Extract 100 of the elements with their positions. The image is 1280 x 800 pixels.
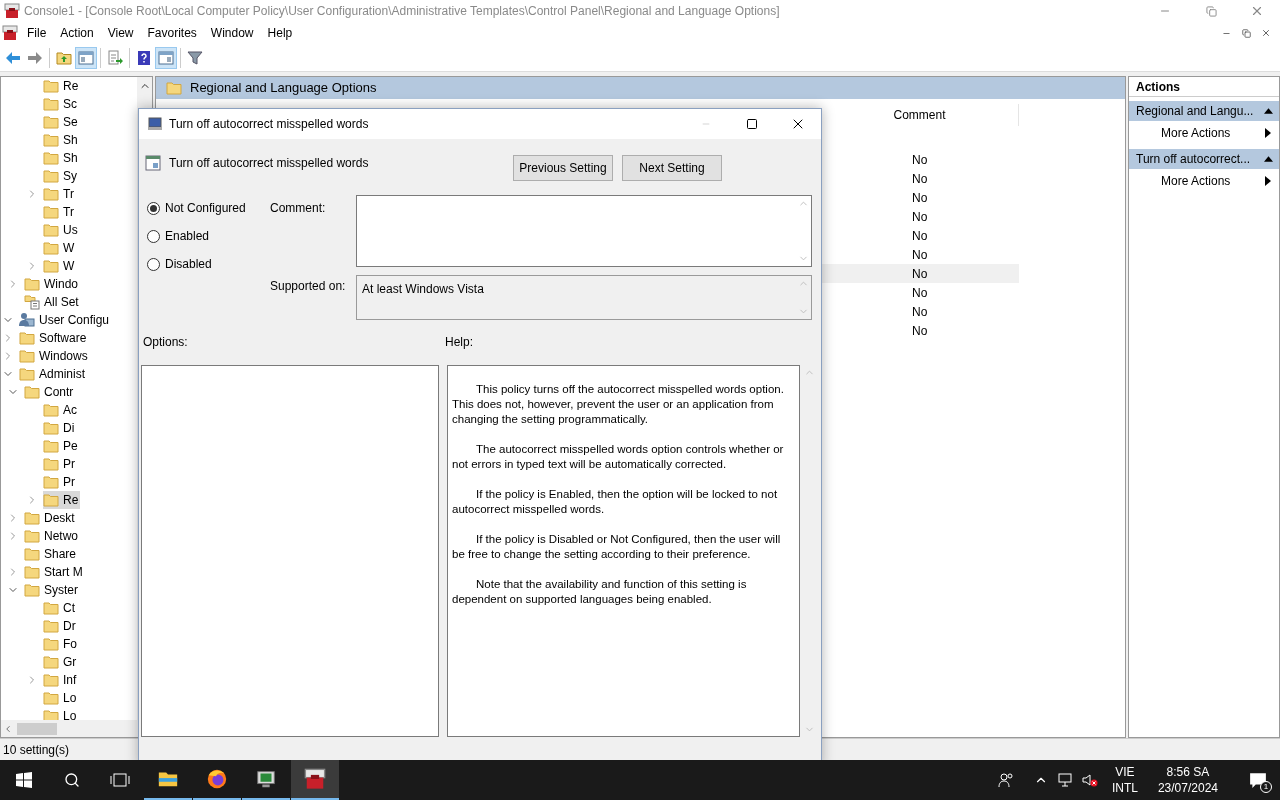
folder-icon [43, 601, 59, 615]
console-icon [4, 3, 20, 19]
windows-logo-icon [16, 772, 32, 788]
clock-time[interactable]: 8:56 SA [1166, 764, 1210, 780]
tree-item[interactable]: Tr [43, 203, 76, 221]
tree-item[interactable]: Share [24, 545, 79, 563]
folder-icon [43, 151, 59, 165]
tree-item[interactable]: Lo [43, 689, 79, 707]
folder-icon [24, 583, 40, 597]
help-book-icon [136, 49, 152, 66]
people-icon[interactable] [997, 772, 1014, 788]
tree-item[interactable]: Fo [43, 635, 79, 653]
folder-icon [19, 349, 35, 363]
folder-icon [43, 115, 59, 129]
folder-icon [24, 565, 40, 579]
tree-item[interactable]: Contr [24, 383, 76, 401]
folder-icon [43, 493, 59, 507]
tree-item[interactable]: Netwo [24, 527, 80, 545]
setting-name: Turn off autocorrect misspelled words [169, 155, 369, 172]
tree-item[interactable]: Sy [43, 167, 79, 185]
menu-item[interactable]: Help [260, 23, 300, 43]
tree-item[interactable]: Pe [43, 437, 80, 455]
submenu-arrow-icon [1265, 128, 1271, 138]
state-radio[interactable]: Enabled [147, 229, 270, 243]
tree-item[interactable]: Inf [43, 671, 79, 689]
maximize-icon [746, 118, 758, 130]
scrollbar-thumb[interactable] [17, 722, 57, 735]
tree-item[interactable]: User Configu [19, 311, 112, 329]
menu-item[interactable]: Window [203, 23, 261, 43]
status-text: 10 setting(s) [3, 741, 70, 759]
tree-item[interactable]: W [43, 239, 77, 257]
muted-speaker-icon[interactable] [1081, 772, 1098, 788]
folder-icon [19, 367, 35, 381]
input-language[interactable]: INTL [1111, 780, 1138, 796]
folder-icon [24, 547, 40, 561]
tree-item[interactable]: Sc [43, 95, 79, 113]
tree-item[interactable]: Deskt [24, 509, 77, 527]
tree-item[interactable]: Lo [43, 707, 79, 720]
clock-date[interactable]: 23/07/2024 [1157, 780, 1218, 796]
tree-item[interactable]: Windows [19, 347, 90, 365]
action-item[interactable]: More Actions [1129, 169, 1279, 193]
action-group-header[interactable]: Turn off autocorrect... [1129, 149, 1279, 169]
tree-item[interactable]: Software [19, 329, 89, 347]
table-cell-text: No [912, 322, 928, 340]
tree-item[interactable]: Ct [43, 599, 77, 617]
taskbar-app[interactable] [291, 760, 339, 800]
tree-item[interactable]: Gr [43, 653, 79, 671]
table-cell-text: No [912, 265, 928, 283]
nav-setting-button[interactable]: Next Setting [622, 155, 722, 181]
tree-item[interactable]: Di [43, 419, 77, 437]
tree-item[interactable]: Re [43, 77, 81, 95]
menu-item[interactable]: View [100, 23, 141, 43]
tree-item[interactable]: Re [43, 491, 81, 509]
state-radio[interactable]: Disabled [147, 257, 270, 271]
input-language[interactable]: VIE [1115, 764, 1135, 780]
folder-icon [43, 241, 59, 255]
comment-field[interactable] [356, 195, 812, 267]
folder-icon [43, 475, 59, 489]
tree-item[interactable]: Ac [43, 401, 79, 419]
action-item[interactable]: More Actions [1129, 121, 1279, 145]
tree-item[interactable]: All Set [24, 293, 81, 311]
folder-icon [24, 385, 40, 399]
restore-icon [1205, 5, 1217, 17]
tree-item[interactable]: Dr [43, 617, 78, 635]
tree-item[interactable]: W [43, 257, 77, 275]
tree-item[interactable]: Sh [43, 131, 80, 149]
menu-item[interactable]: Action [53, 23, 101, 43]
tree-item[interactable]: Pr [43, 473, 77, 491]
tree-item[interactable]: Administ [19, 365, 87, 383]
tree-item[interactable]: Sh [43, 149, 80, 167]
notification-button[interactable]: 1 [1236, 760, 1280, 800]
nav-setting-button[interactable]: Previous Setting [513, 155, 613, 181]
folder-icon [43, 655, 59, 669]
tree-item[interactable]: Pr [43, 455, 77, 473]
folder-icon [43, 205, 59, 219]
tree-item[interactable]: Windo [24, 275, 80, 293]
message-icon [1249, 771, 1267, 789]
help-paragraph: Note that the availability and function of this setting is dependent on supported languages being enabled. [452, 577, 748, 607]
tree-item[interactable]: Tr [43, 185, 76, 203]
user-computer-icon [19, 312, 35, 328]
tree-item[interactable]: Syster [24, 581, 80, 599]
pane-header: Regional and Language Options [156, 77, 1125, 99]
state-radio[interactable]: Not Configured [147, 201, 270, 215]
folder-icon [24, 511, 40, 525]
fox-globe-icon [206, 768, 228, 790]
action-group-header[interactable]: Regional and Langu... [1129, 101, 1279, 121]
menu-item[interactable]: File [20, 23, 54, 43]
panel-layout-icon [78, 49, 94, 66]
setting-icon [145, 155, 161, 171]
menu-item[interactable]: Favorites [140, 23, 204, 43]
actions-title: Actions [1129, 77, 1279, 97]
supported-on-field: At least Windows Vista [356, 275, 812, 320]
tree-item[interactable]: Us [43, 221, 80, 239]
monitor-icon [255, 768, 277, 790]
forward-arrow-icon [27, 49, 43, 66]
search-icon [64, 772, 80, 788]
folder-icon [43, 439, 59, 453]
network-icon[interactable] [1057, 772, 1074, 788]
tree-item[interactable]: Start M [24, 563, 85, 581]
tree-item[interactable]: Se [43, 113, 80, 131]
